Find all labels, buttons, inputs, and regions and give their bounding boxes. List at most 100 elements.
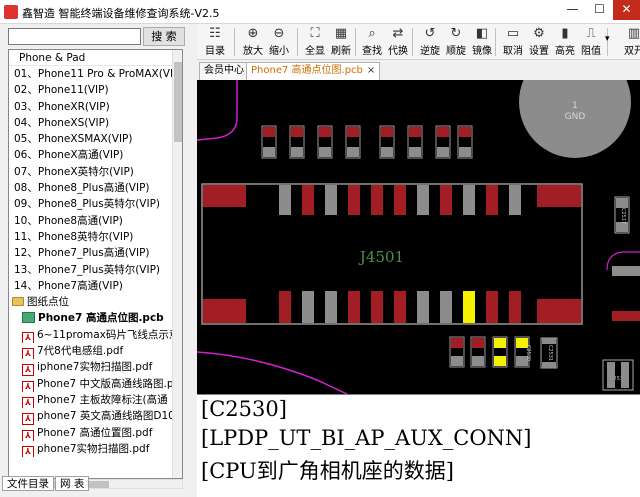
toolbar-button-zoom-in[interactable]: ⊕ 放大 (241, 25, 265, 59)
toolbar-button-search[interactable]: ⌕ 查找 (360, 25, 384, 59)
toolbar-button-refresh[interactable]: ▦ 刷新 (329, 25, 353, 59)
connector-anchor-pad[interactable] (537, 185, 581, 207)
connector-pin[interactable] (279, 291, 291, 323)
file-item[interactable]: ⅄ iphone7实物扫描图.pdf (9, 359, 182, 376)
connector-anchor-pad[interactable] (203, 299, 246, 323)
tab-file-catalog[interactable]: 文件目录 (2, 476, 54, 491)
search-input[interactable] (8, 28, 141, 45)
capacitor-pad[interactable] (263, 127, 275, 137)
file-item[interactable]: Phone7 高通点位图.pcb (9, 310, 182, 326)
capacitor-pad[interactable] (409, 147, 421, 157)
tree-item-model[interactable]: 14、Phone7高通(VIP) (9, 278, 182, 294)
connector-pin[interactable] (509, 291, 521, 323)
toolbar-button-dual-open[interactable]: ▥ 双开 (623, 25, 640, 59)
toolbar-button-resistance[interactable]: ⎍ 阻值 (579, 25, 603, 59)
maximize-button[interactable]: ☐ (586, 0, 613, 20)
file-item[interactable]: ⅄ Phone7 高通位置图.pdf (9, 425, 182, 441)
toolbar-button-cancel[interactable]: ▭ 取消 (501, 25, 525, 59)
search-button[interactable]: 搜 索 (143, 27, 185, 46)
connector-anchor-pad[interactable] (537, 299, 581, 323)
capacitor-pad[interactable] (381, 127, 393, 137)
connector-pin[interactable] (486, 291, 498, 323)
connector-pin[interactable] (394, 185, 406, 215)
capacitor-pad[interactable] (472, 338, 484, 348)
connector-pin[interactable] (348, 291, 360, 323)
folder-row[interactable]: 图纸点位 (9, 294, 182, 310)
tab-netlist[interactable]: 网 表 (55, 476, 90, 491)
pcb-drawing[interactable]: 1 GND J4501 C2517 C2531 C2510 C2530 (197, 80, 640, 394)
connector-pin[interactable] (486, 185, 498, 215)
pcb-canvas[interactable]: 1 GND J4501 C2517 C2531 C2510 C2530 (197, 80, 640, 394)
connector-pin[interactable] (371, 291, 383, 323)
tab-member-center[interactable]: 会员中心 (199, 62, 249, 80)
capacitor-pad[interactable] (319, 127, 331, 137)
toolbar-button-zoom-out[interactable]: ⊖ 缩小 (267, 25, 291, 59)
component-pad[interactable] (612, 266, 640, 276)
tab-pcb-file[interactable]: Phone7 高通点位图.pcb × (246, 62, 381, 80)
connector-pin[interactable] (509, 185, 521, 215)
capacitor-pad[interactable] (542, 362, 556, 368)
tree-item-model[interactable]: 12、Phone7_Plus高通(VIP) (9, 245, 182, 261)
tree-item-model[interactable]: 08、Phone8_Plus高通(VIP) (9, 180, 182, 196)
file-item[interactable]: ⅄ phone7实物扫描图.pdf (9, 441, 182, 458)
scroll-thumb[interactable] (174, 62, 182, 142)
connector-pin[interactable] (463, 291, 475, 323)
resistance-dropdown-icon[interactable]: ▾ (605, 34, 610, 44)
file-item[interactable]: ⅄ 7代8代电感组.pdf (9, 343, 182, 360)
connector-pin[interactable] (463, 185, 475, 215)
connector-pin[interactable] (348, 185, 360, 215)
capacitor-pad[interactable] (263, 147, 275, 157)
minimize-button[interactable]: — (559, 0, 586, 20)
capacitor-pad[interactable] (451, 356, 463, 366)
capacitor-pad[interactable] (291, 147, 303, 157)
connector-pin[interactable] (302, 291, 314, 323)
tree-item-model[interactable]: 06、PhoneX高通(VIP) (9, 147, 182, 163)
connector-pin[interactable] (417, 291, 429, 323)
capacitor-pad[interactable] (319, 147, 331, 157)
component-pad[interactable] (612, 311, 640, 321)
file-item[interactable]: ⅄ phone7 英文高通线路图D10 (9, 408, 182, 425)
capacitor-pad[interactable] (472, 356, 484, 366)
toolbar-button-rotate-cw[interactable]: ↻ 顺旋 (444, 25, 468, 59)
capacitor-pad[interactable] (459, 127, 471, 137)
capacitor-pad[interactable] (607, 362, 615, 388)
connector-pin[interactable] (440, 291, 452, 323)
tree-item-model[interactable]: 10、Phone8高通(VIP) (9, 213, 182, 229)
connector-pin[interactable] (325, 291, 337, 323)
toolbar-button-fit-all[interactable]: ⛶ 全显 (303, 25, 327, 59)
capacitor-pad[interactable] (409, 127, 421, 137)
capacitor-pad[interactable] (347, 127, 359, 137)
toolbar-button-settings[interactable]: ⚙ 设置 (527, 25, 551, 59)
capacitor-pad[interactable] (494, 338, 506, 348)
file-item[interactable]: ⅄ Phone7 中文版高通线路图.p (9, 376, 182, 392)
connector-pin[interactable] (417, 185, 429, 215)
capacitor-pad[interactable] (451, 338, 463, 348)
tab-close-icon[interactable]: × (367, 65, 375, 76)
close-button[interactable]: ✕ (613, 0, 640, 20)
capacitor-pad[interactable] (494, 356, 506, 366)
capacitor-pad[interactable] (459, 147, 471, 157)
connector-pin[interactable] (440, 185, 452, 215)
capacitor-pad[interactable] (291, 127, 303, 137)
capacitor-pad[interactable] (437, 147, 449, 157)
tree-item-model[interactable]: 05、PhoneXSMAX(VIP) (9, 131, 182, 147)
tree-item-model[interactable]: 13、Phone7_Plus英特尔(VIP) (9, 262, 182, 278)
connector-pin[interactable] (279, 185, 291, 215)
connector-anchor-pad[interactable] (203, 185, 246, 207)
capacitor-pad[interactable] (347, 147, 359, 157)
tree-item-model[interactable]: 11、Phone8英特尔(VIP) (9, 229, 182, 245)
connector-pin[interactable] (302, 185, 314, 215)
tree-item-model[interactable]: 01、Phone11 Pro & ProMAX(VIP) (9, 66, 182, 82)
toolbar-button-catalog[interactable]: ☷ 目录 (203, 25, 227, 59)
connector-pin[interactable] (371, 185, 383, 215)
connector-pin[interactable] (394, 291, 406, 323)
toolbar-button-replace[interactable]: ⇄ 代换 (386, 25, 410, 59)
tree-item-model[interactable]: 07、PhoneX英特尔(VIP) (9, 164, 182, 180)
tree-item-model[interactable]: 03、PhoneXR(VIP) (9, 99, 182, 115)
capacitor-pad[interactable] (542, 338, 556, 344)
capacitor-pad[interactable] (381, 147, 393, 157)
capacitor-pad[interactable] (621, 362, 629, 388)
connector-pin[interactable] (325, 185, 337, 215)
file-item[interactable]: ⅄ 6~11promax码片飞线点示意 (9, 327, 182, 344)
tree-item-model[interactable]: 02、Phone11(VIP) (9, 82, 182, 98)
